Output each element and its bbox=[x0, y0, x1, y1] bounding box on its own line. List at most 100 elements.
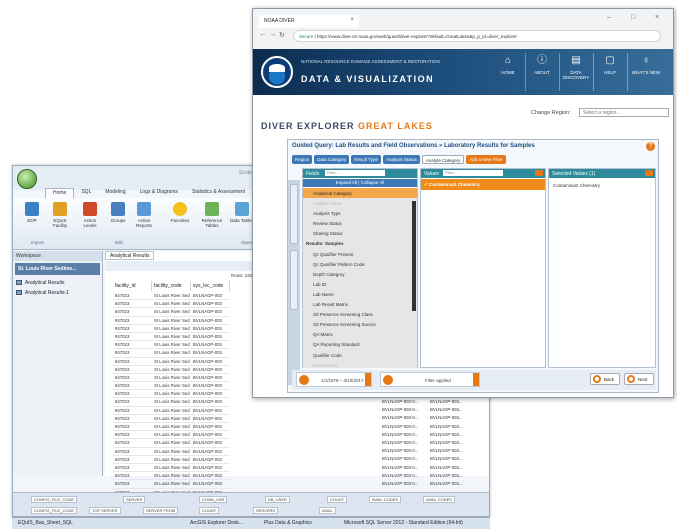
doc-tab-analytical-results[interactable]: Analytical Results bbox=[105, 251, 155, 260]
field-list-item[interactable]: QA Reporting Standard bbox=[303, 339, 417, 349]
edp-button[interactable]: EDP bbox=[19, 202, 45, 223]
chevron-down-icon[interactable] bbox=[473, 373, 479, 386]
add-filter-button[interactable]: Add a New Filter bbox=[466, 155, 506, 164]
nav-help-button[interactable]: ▢ HELP bbox=[595, 54, 625, 90]
table-row[interactable]: 847023 St Louis River SedBVLNAGP-003 bbox=[113, 308, 230, 317]
value-item-selected[interactable]: ✔ Contaminant Chemistry bbox=[421, 179, 545, 190]
chevron-down-icon[interactable] bbox=[365, 373, 371, 386]
url-input[interactable]: Secure | https://www.diver.orr.noaa.gov/… bbox=[293, 30, 661, 42]
table-row[interactable]: BVLNAGP-003-0... BVLNAGP-003... bbox=[380, 455, 476, 463]
field-list-item[interactable]: Lab Result Matrix bbox=[303, 299, 417, 309]
column-header-facility-id[interactable]: facility_id bbox=[113, 281, 152, 291]
field-list-item[interactable]: Sharing Status bbox=[303, 228, 417, 238]
filter-tab-analyte-category[interactable]: Analyte Category bbox=[421, 155, 465, 164]
browser-tab[interactable]: NOAA DIVER × bbox=[259, 15, 359, 28]
region-select[interactable]: Select a region... bbox=[579, 108, 669, 117]
scrollbar-thumb[interactable] bbox=[412, 201, 416, 311]
field-list-item[interactable]: Lab Name bbox=[303, 289, 417, 299]
table-row[interactable]: 847023 St Louis River SedBVLNAGP-003 bbox=[113, 333, 230, 342]
bottom-field[interactable]: SERVER bbox=[123, 496, 146, 503]
equis-facility-button[interactable]: EQuIS Facility bbox=[47, 202, 73, 228]
filter-tab-result-type[interactable]: Result Type bbox=[351, 155, 381, 164]
field-list-item[interactable]: Review Status bbox=[303, 218, 417, 228]
ribbon-tab-home[interactable]: Home bbox=[45, 188, 75, 198]
bottom-field[interactable]: AVAIL CODES bbox=[369, 496, 401, 503]
fields-filter-input[interactable]: Filter... bbox=[325, 170, 385, 176]
nav-home-button[interactable]: ⌂ HOME bbox=[493, 54, 523, 90]
expand-collapse-links[interactable]: Expand All | Collapse All bbox=[303, 179, 417, 187]
table-row[interactable]: 847023 St Louis River SedBVLNAGP-003 bbox=[113, 325, 230, 333]
table-row[interactable]: 847023 St Louis River SedBVLNAGP-003 bbox=[113, 456, 230, 464]
table-row[interactable]: 847023 St Louis River SedBVLNAGP-003 bbox=[113, 341, 230, 350]
field-list-item[interactable]: Analytical Category bbox=[303, 188, 417, 199]
table-row[interactable]: 847023 St Louis River SedBVLNAGP-003 bbox=[113, 382, 230, 391]
table-row[interactable]: 847023 St Louis River SedBVLNAGP-003 bbox=[113, 317, 230, 325]
field-list-item[interactable]: QA Matrix bbox=[303, 329, 417, 339]
bottom-field[interactable]: SERVERS bbox=[253, 507, 279, 514]
taskbar-item[interactable]: EQuIS_Bas_Sheet_SQL bbox=[18, 520, 73, 526]
table-row[interactable]: 847023 St Louis River SedBVLNAGP-003 bbox=[113, 407, 230, 415]
favorites-button[interactable]: Favorites bbox=[167, 202, 193, 223]
nav-whats-new-button[interactable]: ♀ WHAT'S NEW bbox=[631, 54, 661, 90]
action-levels-button[interactable]: Action Levels bbox=[77, 202, 103, 228]
table-row[interactable]: 847023 St Louis River SedBVLNAGP-003 bbox=[113, 300, 230, 309]
table-row[interactable]: 847023 St Louis River SedBVLNAGP-003 bbox=[113, 398, 230, 407]
nav-about-button[interactable]: ⓘ ABOUT bbox=[527, 54, 557, 90]
bottom-field[interactable]: COUNT bbox=[327, 496, 348, 503]
applied-filter-box[interactable]: Filter applied bbox=[380, 372, 480, 387]
bottom-field[interactable]: DB_USER bbox=[265, 496, 290, 503]
maximize-icon[interactable]: □ bbox=[631, 14, 635, 21]
bottom-field[interactable]: SERVER FROM bbox=[143, 507, 179, 514]
filter-tab-data-category[interactable]: Data Category bbox=[314, 155, 350, 164]
table-row[interactable]: 847023 St Louis River SedBVLNAGP-003 bbox=[113, 423, 230, 432]
field-list-item[interactable]: Lab ID bbox=[303, 279, 417, 289]
bottom-field[interactable]: COUNT bbox=[199, 507, 220, 514]
back-button[interactable]: Back bbox=[590, 373, 620, 385]
field-list-item[interactable]: Analyte Name bbox=[303, 198, 417, 208]
ribbon-tab-sql[interactable]: SQL bbox=[74, 188, 98, 198]
table-row[interactable]: BVLNAGP-003-0... BVLNAGP-003... bbox=[380, 472, 476, 480]
nav-item-analytical-results[interactable]: Analytical Results bbox=[13, 277, 102, 287]
selected-values-menu-button[interactable] bbox=[645, 170, 653, 176]
table-row[interactable]: 847023 St Louis River SedBVLNAGP-003 bbox=[113, 431, 230, 440]
bottom-field[interactable]: CONN_USR bbox=[199, 496, 228, 503]
reload-icon[interactable]: ↻ bbox=[279, 31, 285, 39]
date-range-filter[interactable]: 1/1/1878 – 3/10/2017 bbox=[296, 372, 372, 387]
ribbon-tab-logs[interactable]: Logs & Diagrams bbox=[133, 188, 185, 198]
table-row[interactable]: 847023 St Louis River SedBVLNAGP-003 bbox=[113, 358, 230, 366]
taskbar-item[interactable]: ArcGIS Explorer Desk... bbox=[190, 520, 243, 526]
field-list-item[interactable]: Oil Presence Screening Class bbox=[303, 309, 417, 319]
back-arrow-icon[interactable]: ← bbox=[259, 31, 266, 38]
field-list-item[interactable]: Result Units bbox=[303, 360, 417, 370]
minimize-icon[interactable]: – bbox=[607, 14, 611, 21]
table-row[interactable]: BVLNAGP-003-0... BVLNAGP-003... bbox=[380, 423, 476, 431]
field-list-item[interactable]: Analysis Type bbox=[303, 208, 417, 218]
table-row[interactable]: BVLNAGP-003-0... BVLNAGP-003... bbox=[380, 464, 476, 472]
table-row[interactable]: BVLNAGP-003-0... BVLNAGP-003... bbox=[380, 414, 476, 422]
table-row[interactable]: 847023 St Louis River SedBVLNAGP-003 bbox=[113, 464, 230, 473]
table-row[interactable]: 847023 St Louis River SedBVLNAGP-003 bbox=[113, 439, 230, 448]
table-row[interactable]: 847023 St Louis River SedBVLNAGP-003 bbox=[113, 390, 230, 399]
side-strip-block[interactable] bbox=[290, 184, 298, 244]
noaa-logo[interactable] bbox=[261, 56, 293, 88]
table-row[interactable]: 847023 St Louis River SedBVLNAGP-003 bbox=[113, 349, 230, 358]
help-icon[interactable]: ? bbox=[646, 142, 655, 151]
table-row[interactable]: 847023 St Louis River SedBVLNAGP-003 bbox=[113, 472, 230, 481]
table-row[interactable]: 847023 St Louis River SedBVLNAGP-003 bbox=[113, 415, 230, 423]
column-header-sys-loc-code[interactable]: sys_loc_code bbox=[191, 281, 230, 291]
app-orb-button[interactable] bbox=[17, 169, 37, 189]
table-row[interactable]: 847023 St Louis River SedBVLNAGP-003 bbox=[113, 480, 230, 489]
active-reports-button[interactable]: Active Reports bbox=[131, 202, 157, 228]
taskbar-item[interactable]: Microsoft SQL Server 2012 - Standard Edi… bbox=[344, 520, 463, 526]
groups-button[interactable]: Groups bbox=[105, 202, 131, 223]
next-button[interactable]: Next bbox=[624, 373, 654, 385]
values-menu-button[interactable] bbox=[535, 170, 543, 176]
table-row[interactable]: 847023 St Louis River SedBVLNAGP-003 bbox=[113, 374, 230, 383]
filter-tab-region[interactable]: Region bbox=[292, 155, 313, 164]
table-row[interactable]: BVLNAGP-003-0... BVLNAGP-003... bbox=[380, 398, 476, 406]
close-tab-icon[interactable]: × bbox=[350, 17, 354, 23]
field-list-item[interactable]: Qualifier Code bbox=[303, 350, 417, 360]
values-filter-input[interactable]: Filter... bbox=[443, 170, 503, 176]
bottom-field[interactable]: TOP SERVER bbox=[89, 507, 121, 514]
taskbar-item[interactable]: Plus Data & Graphics bbox=[264, 520, 312, 526]
